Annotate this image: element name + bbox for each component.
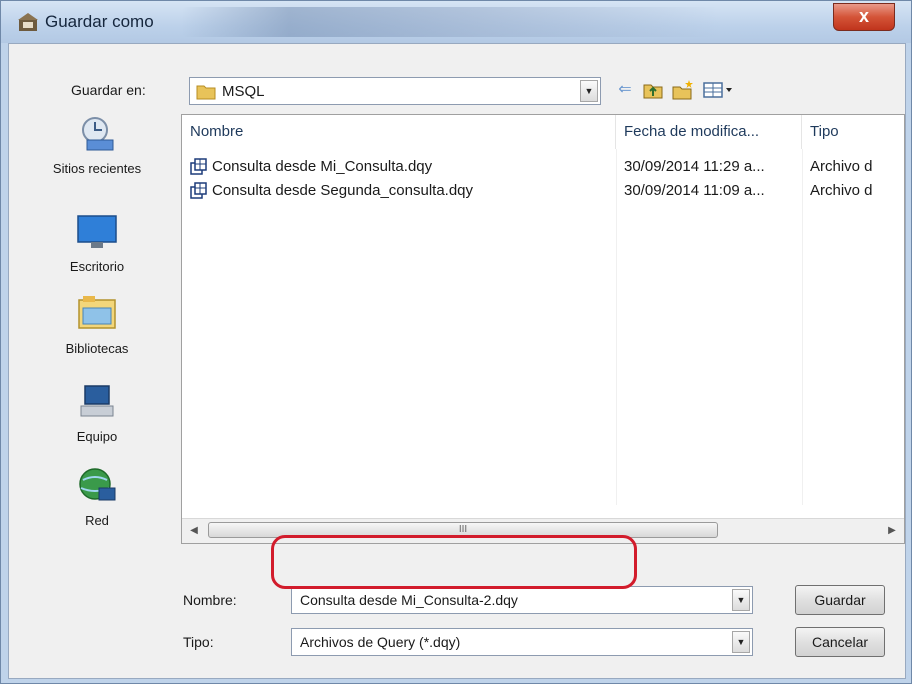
column-header-date[interactable]: Fecha de modifica... [616, 115, 802, 149]
cancel-button[interactable]: Cancelar [795, 627, 885, 657]
save-in-label: Guardar en: [71, 82, 146, 98]
current-folder-name: MSQL [222, 83, 265, 100]
filename-label: Nombre: [183, 592, 237, 608]
save-in-dropdown[interactable]: MSQL ▼ [189, 77, 601, 105]
file-name: Consulta desde Mi_Consulta.dqy [212, 158, 433, 175]
filetype-value: Archivos de Query (*.dqy) [300, 634, 461, 650]
scroll-right-icon[interactable]: ▶ [884, 523, 900, 539]
place-network[interactable]: Red [17, 466, 177, 528]
chevron-down-icon[interactable]: ▼ [580, 80, 598, 102]
query-file-icon [190, 158, 207, 175]
file-type: Archivo d [810, 158, 873, 175]
table-row[interactable]: Consulta desde Mi_Consulta.dqy 30/09/201… [182, 155, 902, 179]
view-menu-icon[interactable] [701, 78, 737, 102]
app-icon [18, 13, 38, 31]
place-label: Sitios recientes [52, 161, 142, 176]
desktop-icon [77, 215, 117, 248]
place-computer[interactable]: Equipo [17, 382, 177, 444]
place-libraries[interactable]: Bibliotecas [17, 294, 177, 356]
up-folder-icon[interactable] [641, 78, 665, 102]
folder-icon [196, 85, 216, 100]
places-bar: Sitios recientes Escritorio Bibliotecas [17, 114, 177, 534]
place-label: Red [85, 513, 109, 528]
place-desktop[interactable]: Escritorio [17, 212, 177, 274]
chevron-down-icon[interactable]: ▼ [732, 631, 750, 653]
table-row[interactable]: Consulta desde Segunda_consulta.dqy 30/0… [182, 179, 902, 203]
filetype-select[interactable]: Archivos de Query (*.dqy) ▼ [291, 628, 753, 656]
file-date: 30/09/2014 11:29 a... [624, 158, 765, 175]
recent-places-icon [82, 117, 114, 151]
chevron-down-icon[interactable]: ▼ [732, 589, 750, 611]
place-recent[interactable]: Sitios recientes [17, 114, 177, 176]
window-title: Guardar como [45, 12, 154, 31]
place-label: Bibliotecas [65, 341, 129, 356]
libraries-icon [78, 296, 116, 329]
filename-value: Consulta desde Mi_Consulta-2.dqy [300, 592, 518, 608]
file-name: Consulta desde Segunda_consulta.dqy [212, 182, 474, 199]
file-list[interactable]: Nombre Fecha de modifica... Tipo Consult… [181, 114, 905, 544]
file-type: Archivo d [810, 182, 873, 199]
query-file-icon [190, 182, 207, 199]
close-icon: x [858, 6, 869, 26]
save-button[interactable]: Guardar [795, 585, 885, 615]
save-as-dialog: Guardar como x Guardar en: MSQL ▼ ⇐ Siti… [0, 0, 912, 684]
place-label: Escritorio [69, 259, 125, 274]
place-label: Equipo [76, 429, 118, 444]
file-date: 30/09/2014 11:09 a... [624, 182, 765, 199]
network-icon [79, 468, 116, 501]
new-folder-icon[interactable] [671, 78, 695, 102]
column-header-name[interactable]: Nombre [182, 115, 616, 149]
title-bar[interactable]: Guardar como x [1, 1, 911, 43]
blurred-toolbar-region [181, 7, 721, 37]
filename-input[interactable]: Consulta desde Mi_Consulta-2.dqy ▼ [291, 586, 753, 614]
column-header-type[interactable]: Tipo [802, 115, 902, 149]
scroll-left-icon[interactable]: ◀ [186, 523, 202, 539]
close-button[interactable]: x [833, 3, 895, 31]
computer-icon [80, 385, 114, 417]
highlight-annotation [271, 535, 637, 589]
filetype-label: Tipo: [183, 634, 214, 650]
back-arrow-icon[interactable]: ⇐ [613, 78, 637, 102]
